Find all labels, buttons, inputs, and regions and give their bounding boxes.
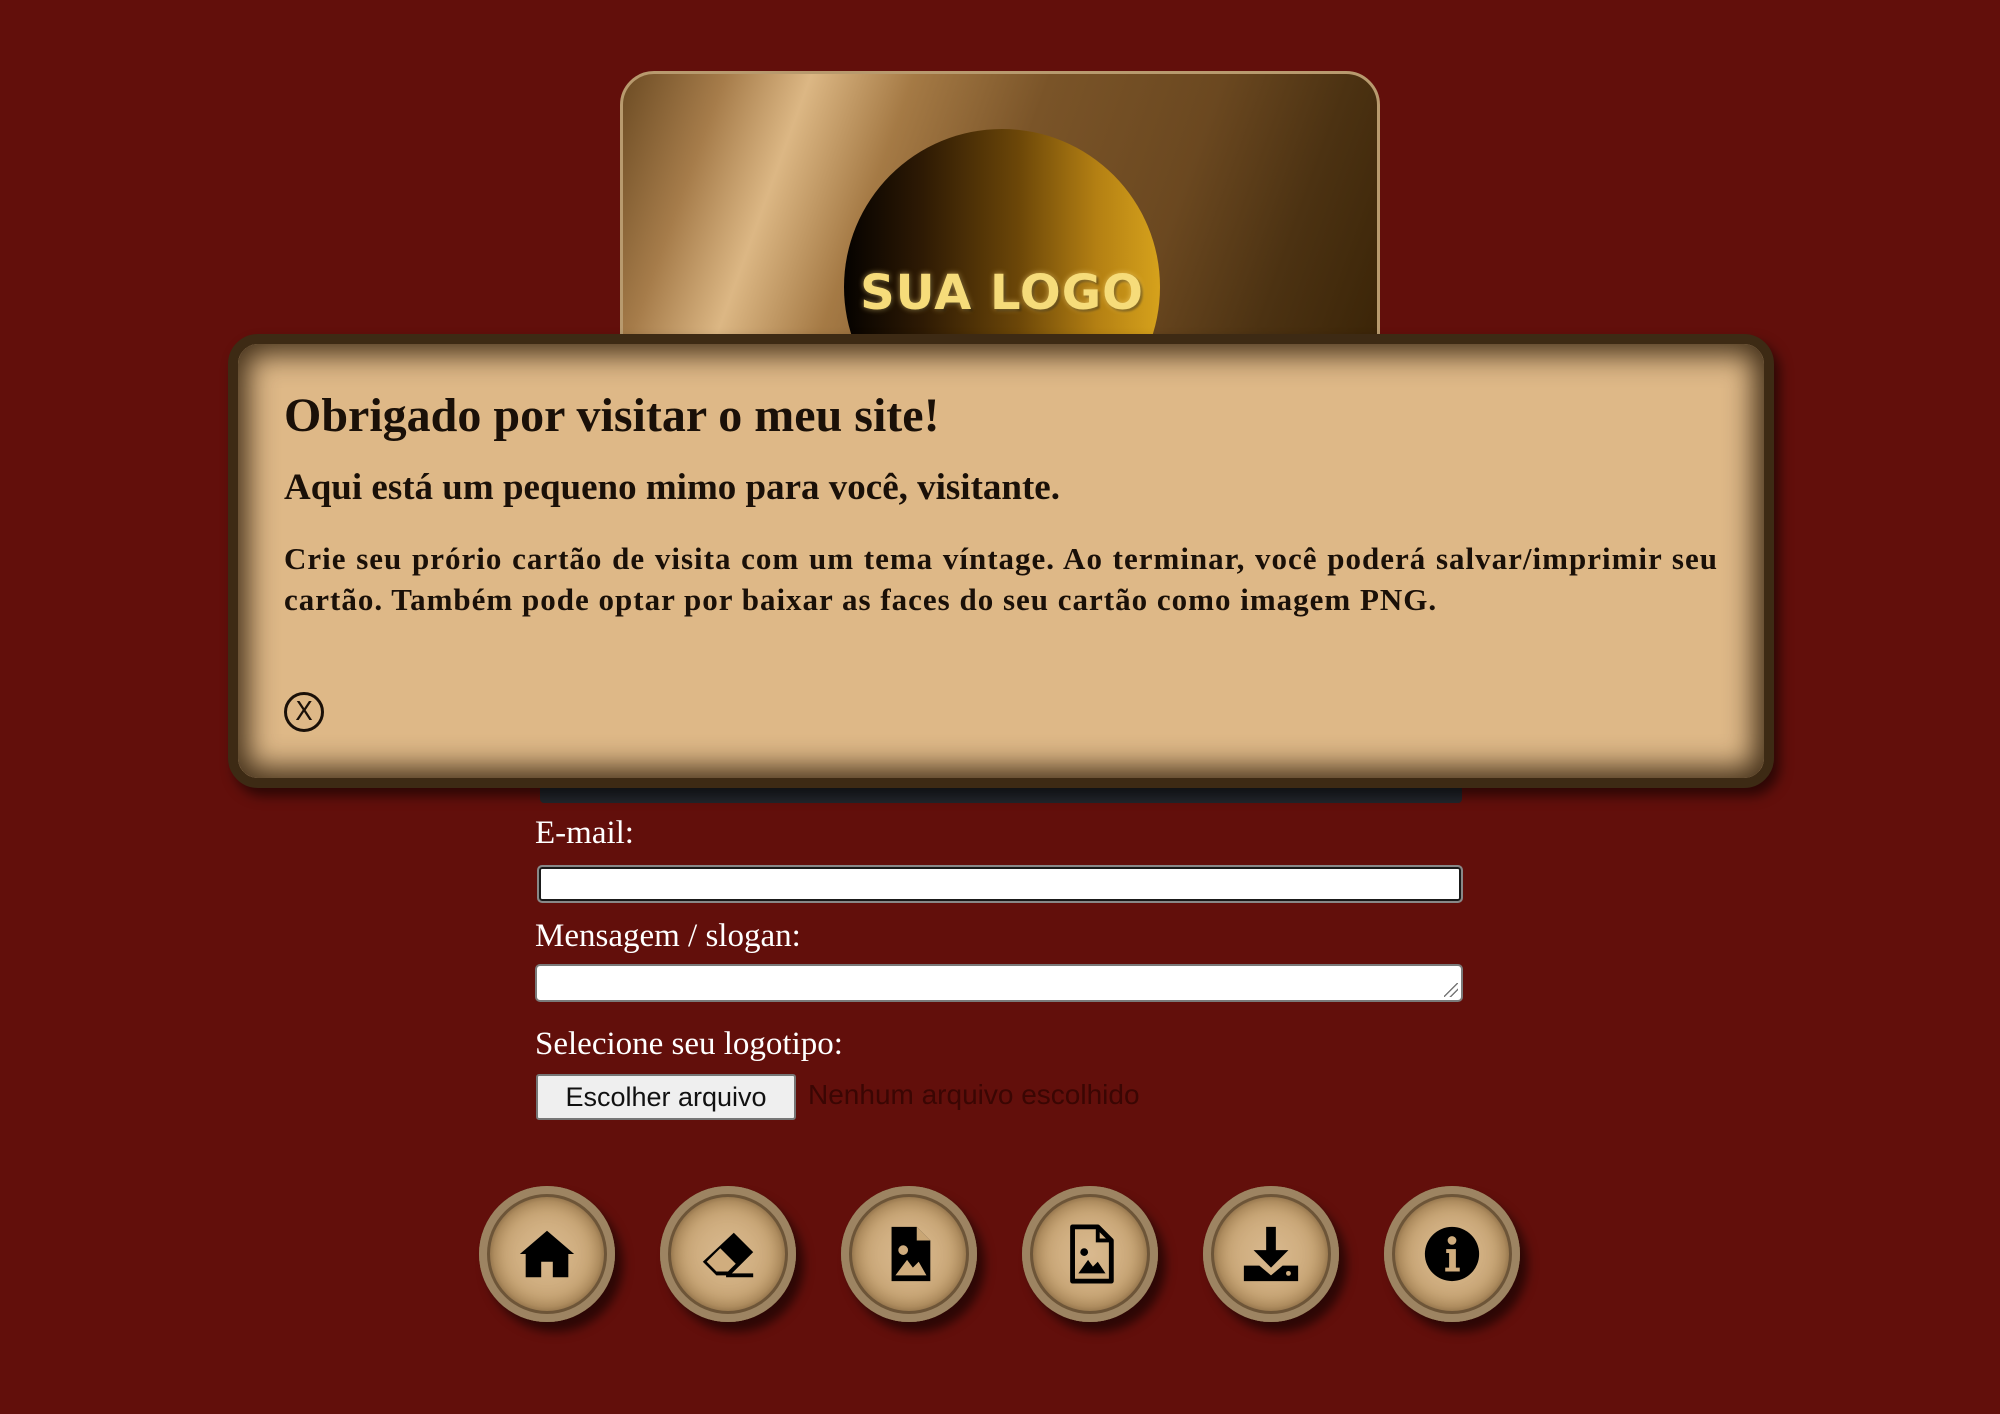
close-modal-button[interactable]: X <box>284 692 324 732</box>
file-image-outline-icon <box>1070 1224 1114 1284</box>
print-button[interactable] <box>1022 1186 1158 1322</box>
logo-circle: SUA LOGO <box>844 129 1160 358</box>
home-button[interactable] <box>479 1186 615 1322</box>
page: SUA LOGO E-mail: Mensagem / slogan: Sele… <box>0 0 2000 1414</box>
download-button[interactable] <box>1203 1186 1339 1322</box>
download-icon <box>1243 1226 1299 1282</box>
message-label: Mensagem / slogan: <box>535 918 801 954</box>
modal-body: Crie seu prório cartão de visita com um … <box>284 540 1718 617</box>
save-image-button[interactable] <box>841 1186 977 1322</box>
resize-grip-icon[interactable] <box>1444 983 1458 997</box>
choose-file-button[interactable]: Escolher arquivo <box>536 1074 796 1120</box>
file-status-text: Nenhum arquivo escolhido <box>808 1079 1140 1110</box>
info-button[interactable] <box>1384 1186 1520 1322</box>
eraser-button[interactable] <box>660 1186 796 1322</box>
card-preview: SUA LOGO <box>620 71 1380 361</box>
logo-label: Selecione seu logotipo: <box>535 1026 843 1062</box>
file-image-filled-icon <box>891 1226 931 1282</box>
home-icon <box>519 1230 575 1278</box>
close-icon: X <box>295 697 313 727</box>
modal-subtitle: Aqui está um pequeno mimo para você, vis… <box>284 467 1060 509</box>
logo-text: SUA LOGO <box>860 265 1144 321</box>
email-label: E-mail: <box>535 815 634 851</box>
email-field[interactable] <box>537 865 1463 903</box>
modal-title: Obrigado por visitar o meu site! <box>284 389 940 442</box>
info-icon <box>1424 1226 1480 1282</box>
eraser-icon <box>702 1232 754 1278</box>
welcome-modal: Obrigado por visitar o meu site! Aqui es… <box>228 334 1774 788</box>
message-textarea[interactable] <box>535 964 1463 1002</box>
